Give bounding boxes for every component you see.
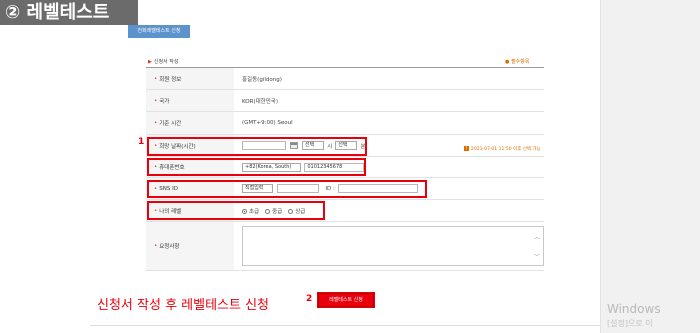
- row-label: • 요청사항: [146, 222, 234, 270]
- right-side-panel: Windows [설정]으로 이: [600, 0, 700, 333]
- row-country: • 국가 KOR(대한민국): [146, 90, 544, 112]
- country-value: KOR(대한민국): [242, 98, 278, 105]
- row-label: • 기준 시간: [146, 112, 234, 134]
- row-timezone: • 기준 시간 (GMT+9:00) Seoul: [146, 112, 544, 135]
- scroll-down-icon[interactable]: ﹀: [534, 252, 540, 261]
- level-test-submit-button[interactable]: 레벨테스트 신청: [318, 293, 374, 307]
- availability-note: ! 2021-07-01 11:50 이후 선택 가능: [464, 146, 541, 152]
- instruction-text: 신청서 작성 후 레벨테스트 신청: [97, 298, 270, 313]
- windows-activation-subtitle: [설정]으로 이: [607, 319, 653, 328]
- highlight-box-sns: [147, 180, 427, 198]
- alert-icon: !: [464, 146, 469, 151]
- scroll-up-icon[interactable]: ︿: [534, 232, 540, 241]
- availability-note-text: 2021-07-01 11:50 이후 선택 가능: [471, 147, 541, 152]
- timezone-value: (GMT+9:00) Seoul: [242, 120, 293, 126]
- windows-activation-title: Windows: [607, 302, 661, 316]
- form-title: ▶ 신청서 작성: [148, 59, 179, 65]
- member-info-value: 홍길동(gildong): [242, 76, 282, 83]
- annotation-number-2: 2: [306, 294, 313, 304]
- bottom-divider: [90, 325, 600, 326]
- row-label: • 회원 정보: [146, 68, 234, 89]
- row-member-info: • 회원 정보 홍길동(gildong): [146, 68, 544, 90]
- highlight-box-datetime: [147, 137, 367, 156]
- form-title-text: 신청서 작성: [153, 59, 179, 65]
- row-requests: • 요청사항 ︿ ﹀: [146, 222, 544, 271]
- annotation-number-1: 1: [138, 137, 145, 147]
- member-info-label: 회원 정보: [159, 76, 182, 83]
- country-label: 국가: [159, 98, 170, 105]
- timezone-label: 기준 시간: [159, 121, 182, 127]
- required-note: ● 필수항목: [505, 59, 530, 65]
- requests-label: 요청사항: [159, 244, 180, 250]
- requests-textarea[interactable]: ︿ ﹀: [242, 226, 544, 266]
- row-label: • 국가: [146, 90, 234, 111]
- step-badge: ② 레벨테스트: [0, 0, 138, 25]
- highlight-box-level: [147, 201, 325, 220]
- tab-phone-level-test[interactable]: 전화레벨테스트 신청: [128, 25, 190, 38]
- highlight-box-phone: [147, 158, 366, 176]
